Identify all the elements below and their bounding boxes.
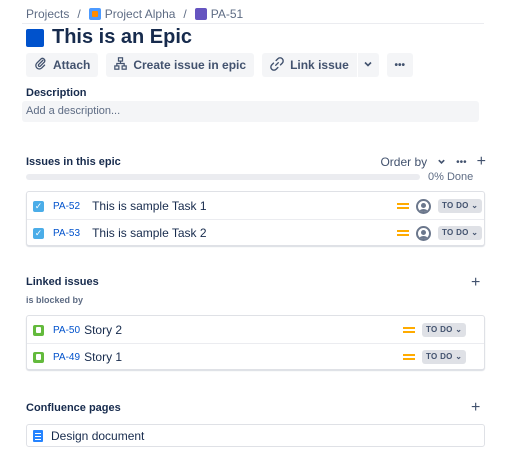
add-issue-icon[interactable]: + [477, 153, 486, 171]
status-badge[interactable]: TO DO ⌄ [438, 199, 483, 213]
list-item[interactable]: PA-49 Story 1 TO DO ⌄ [27, 343, 484, 370]
order-by-label: Order by [380, 155, 428, 169]
link-relation-label: is blocked by [26, 295, 84, 305]
issues-in-epic-header: Issues in this epic Order by ••• + [26, 153, 486, 171]
breadcrumb-issue-key[interactable]: PA-51 [211, 7, 243, 21]
linked-issues-list: PA-50 Story 2 TO DO ⌄ PA-49 Story 1 TO D… [26, 315, 485, 370]
breadcrumb-project[interactable]: Project Alpha [105, 7, 176, 21]
issue-key-link[interactable]: PA-50 [53, 325, 80, 336]
divider [22, 23, 484, 24]
breadcrumb: Projects / Project Alpha / PA-51 [26, 7, 243, 21]
description-field[interactable]: Add a description... [22, 101, 479, 122]
list-item[interactable]: ✓ PA-53 This is sample Task 2 TO DO ⌄ [27, 219, 484, 246]
priority-medium-icon [403, 354, 415, 360]
add-confluence-page-icon[interactable]: + [471, 399, 480, 417]
link-issue-label: Link issue [290, 58, 349, 72]
more-icon: ••• [394, 59, 405, 71]
task-icon: ✓ [33, 200, 44, 212]
document-icon [33, 429, 43, 442]
link-icon [270, 56, 284, 74]
avatar-icon[interactable] [416, 198, 431, 214]
create-issue-label: Create issue in epic [133, 58, 247, 72]
issue-key-link[interactable]: PA-53 [53, 228, 80, 239]
issue-key-link[interactable]: PA-49 [53, 352, 80, 363]
epic-type-icon [194, 8, 207, 20]
hierarchy-icon [114, 57, 128, 73]
project-icon [88, 8, 101, 20]
issue-summary[interactable]: This is sample Task 2 [92, 226, 207, 240]
add-link-icon[interactable]: + [471, 274, 480, 292]
status-badge[interactable]: TO DO ⌄ [438, 226, 483, 240]
status-badge[interactable]: TO DO ⌄ [422, 323, 467, 337]
issue-key-link[interactable]: PA-52 [53, 201, 80, 212]
issue-title-row: This is an Epic [26, 26, 192, 49]
status-label: TO DO [426, 325, 453, 334]
more-actions-button[interactable]: ••• [386, 53, 413, 77]
epic-progress-bar [26, 174, 420, 180]
status-label: TO DO [442, 201, 469, 210]
issue-summary[interactable]: Story 2 [84, 323, 122, 337]
attach-button[interactable]: Attach [26, 53, 99, 77]
epic-icon [26, 28, 44, 47]
issue-summary[interactable]: Story 1 [84, 350, 122, 364]
breadcrumb-separator: / [183, 7, 187, 21]
description-heading: Description [26, 87, 87, 99]
chevron-down-icon [363, 58, 373, 72]
link-issue-dropdown-button[interactable] [356, 53, 379, 77]
create-issue-in-epic-button[interactable]: Create issue in epic [106, 53, 255, 77]
page-title[interactable]: This is an Epic [52, 26, 192, 49]
story-icon [33, 324, 44, 336]
priority-medium-icon [397, 203, 409, 209]
avatar-icon[interactable] [416, 225, 431, 241]
priority-medium-icon [403, 327, 415, 333]
story-icon [33, 351, 44, 363]
list-item[interactable]: ✓ PA-52 This is sample Task 1 TO DO ⌄ [27, 193, 484, 219]
task-icon: ✓ [33, 227, 44, 239]
linked-issues-heading: Linked issues [26, 276, 99, 288]
priority-medium-icon [397, 230, 409, 236]
paperclip-icon [34, 57, 47, 73]
chevron-down-icon [437, 155, 446, 169]
more-icon[interactable]: ••• [456, 157, 467, 168]
issue-toolbar: Attach Create issue in epic Link issue •… [26, 53, 413, 77]
issue-summary[interactable]: This is sample Task 1 [92, 199, 207, 213]
breadcrumb-projects[interactable]: Projects [26, 7, 69, 21]
confluence-page-title[interactable]: Design document [51, 429, 144, 443]
confluence-page-item[interactable]: Design document [26, 424, 485, 447]
link-issue-button[interactable]: Link issue [262, 53, 357, 77]
status-label: TO DO [442, 228, 469, 237]
list-item[interactable]: PA-50 Story 2 TO DO ⌄ [27, 317, 484, 343]
order-by-button[interactable]: Order by [380, 155, 446, 169]
attach-label: Attach [53, 58, 91, 72]
issues-in-epic-heading: Issues in this epic [26, 156, 121, 168]
breadcrumb-separator: / [77, 7, 81, 21]
status-label: TO DO [426, 352, 453, 361]
status-badge[interactable]: TO DO ⌄ [422, 350, 467, 364]
confluence-pages-heading: Confluence pages [26, 402, 121, 414]
progress-percent: 0% Done [428, 171, 474, 183]
epic-issues-list: ✓ PA-52 This is sample Task 1 TO DO ⌄ ✓ … [26, 191, 485, 246]
